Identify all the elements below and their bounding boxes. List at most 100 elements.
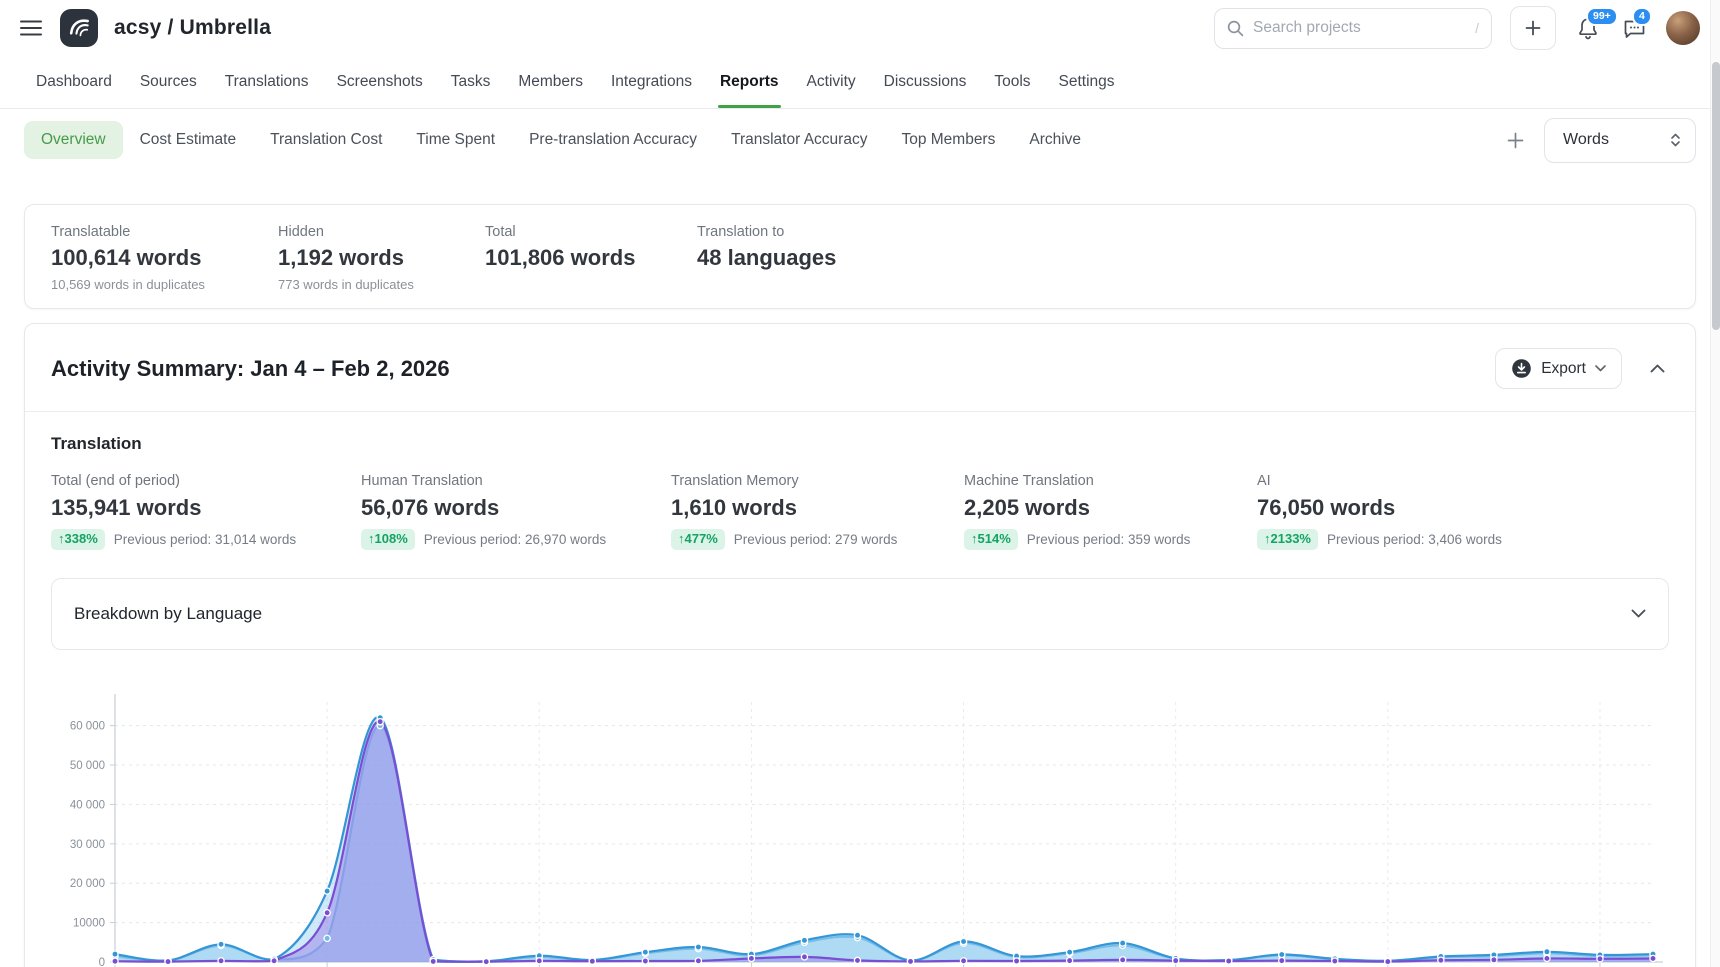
notifications-button[interactable]: 99+	[1574, 14, 1602, 42]
stat-value: 1,192 words	[278, 245, 485, 271]
activity-stat-translation-memory: Translation Memory 1,610 words ↑477% Previo…	[671, 473, 964, 550]
messages-badge: 4	[1632, 7, 1652, 26]
report-tab-time-spent[interactable]: Time Spent	[399, 121, 512, 159]
main-content: Translatable100,614 words10,569 words in…	[0, 204, 1720, 967]
stat-label: Total (end of period)	[51, 473, 361, 489]
caret-down-icon	[1595, 365, 1606, 372]
nav-item-integrations[interactable]: Integrations	[597, 57, 706, 107]
report-tab-translation-cost[interactable]: Translation Cost	[253, 121, 399, 159]
download-icon	[1511, 358, 1532, 379]
stat-label: Hidden	[278, 224, 485, 240]
stat-label: Translation Memory	[671, 473, 964, 489]
activity-chart[interactable]: 01000020 00030 00040 00050 00060 0004 Ja…	[51, 680, 1669, 967]
summary-stat-total: Total 101,806 words	[485, 224, 697, 292]
export-button[interactable]: Export	[1495, 348, 1622, 389]
svg-text:60 000: 60 000	[70, 721, 105, 733]
main-nav: DashboardSourcesTranslationsScreenshotsT…	[0, 56, 1720, 109]
top-bar: acsy / Umbrella / 99+ 4	[0, 0, 1720, 56]
search-shortcut-hint: /	[1475, 20, 1479, 36]
chevron-up-icon	[1650, 364, 1665, 373]
stat-note: 10,569 words in duplicates	[51, 277, 278, 292]
stat-label: Total	[485, 224, 697, 240]
nav-item-reports[interactable]: Reports	[706, 57, 793, 107]
app-logo[interactable]	[60, 9, 98, 47]
logo-wing-icon	[66, 15, 92, 41]
previous-period-text: Previous period: 31,014 words	[114, 532, 296, 547]
add-report-button[interactable]	[1507, 132, 1524, 149]
change-pill: ↑338%	[51, 529, 105, 550]
stat-value: 56,076 words	[361, 495, 671, 521]
activity-summary-card: Activity Summary: Jan 4 – Feb 2, 2026 Ex…	[24, 323, 1696, 967]
breakdown-by-language-panel[interactable]: Breakdown by Language	[51, 578, 1669, 650]
previous-period-text: Previous period: 26,970 words	[424, 532, 606, 547]
summary-stat-hidden: Hidden 1,192 words 773 words in duplicates	[278, 224, 485, 292]
menu-button[interactable]	[18, 15, 44, 41]
activity-stat-ai: AI76,050 words↑2133%Previous period: 3,4…	[1257, 473, 1502, 550]
stat-value: 100,614 words	[51, 245, 278, 271]
nav-item-tasks[interactable]: Tasks	[437, 57, 505, 107]
stat-value: 76,050 words	[1257, 495, 1502, 521]
stat-label: Machine Translation	[964, 473, 1257, 489]
activity-chart-svg: 01000020 00030 00040 00050 00060 0004 Ja…	[53, 680, 1671, 967]
avatar[interactable]	[1666, 11, 1700, 45]
report-tabs: OverviewCost EstimateTranslation CostTim…	[24, 121, 1098, 159]
previous-period-text: Previous period: 279 words	[734, 532, 898, 547]
page-scrollbar[interactable]	[1710, 0, 1720, 967]
activity-stat-total-end-of-period: Total (end of period) 135,941 words ↑338% P…	[51, 473, 361, 550]
unit-select[interactable]: Words	[1544, 118, 1696, 163]
nav-item-members[interactable]: Members	[504, 57, 597, 107]
select-caret-icon	[1670, 132, 1681, 148]
report-tab-translator-accuracy[interactable]: Translator Accuracy	[714, 121, 884, 159]
summary-stat-translatable: Translatable100,614 words10,569 words in…	[51, 224, 278, 292]
summary-stat-translation-to: Translation to48 languages	[697, 224, 836, 292]
report-tab-archive[interactable]: Archive	[1012, 121, 1098, 159]
section-title: Translation	[51, 434, 1669, 454]
plus-icon	[1525, 20, 1541, 36]
activity-stat-machine-translation: Machine Translation 2,205 words ↑514% Previ…	[964, 473, 1257, 550]
messages-button[interactable]: 4	[1620, 14, 1648, 42]
collapse-section-button[interactable]	[1646, 360, 1669, 377]
stat-value: 101,806 words	[485, 245, 697, 271]
report-tab-cost-estimate[interactable]: Cost Estimate	[123, 121, 253, 159]
svg-text:0: 0	[99, 957, 105, 967]
change-pill: ↑514%	[964, 529, 1018, 550]
nav-item-sources[interactable]: Sources	[126, 57, 211, 107]
svg-text:30 000: 30 000	[70, 839, 105, 851]
export-button-label: Export	[1541, 360, 1586, 378]
nav-item-dashboard[interactable]: Dashboard	[22, 57, 126, 107]
nav-item-discussions[interactable]: Discussions	[870, 57, 981, 107]
svg-text:50 000: 50 000	[70, 760, 105, 772]
stat-value: 135,941 words	[51, 495, 361, 521]
nav-item-screenshots[interactable]: Screenshots	[323, 57, 437, 107]
stat-label: Human Translation	[361, 473, 671, 489]
create-project-button[interactable]	[1510, 6, 1556, 50]
report-tab-pre-translation-accuracy[interactable]: Pre-translation Accuracy	[512, 121, 714, 159]
hamburger-icon	[20, 20, 42, 36]
report-tab-top-members[interactable]: Top Members	[884, 121, 1012, 159]
nav-item-settings[interactable]: Settings	[1045, 57, 1129, 107]
chevron-down-icon	[1631, 609, 1646, 618]
search-input[interactable]	[1253, 19, 1466, 37]
previous-period-text: Previous period: 3,406 words	[1327, 532, 1502, 547]
svg-text:20 000: 20 000	[70, 878, 105, 890]
activity-stat-human-translation: Human Translation 56,076 words ↑108% Previo…	[361, 473, 671, 550]
previous-period-text: Previous period: 359 words	[1027, 532, 1191, 547]
search-box[interactable]: /	[1214, 8, 1492, 49]
unit-select-value: Words	[1563, 131, 1609, 149]
stat-label: AI	[1257, 473, 1502, 489]
nav-item-translations[interactable]: Translations	[211, 57, 323, 107]
nav-item-tools[interactable]: Tools	[980, 57, 1044, 107]
svg-text:10000: 10000	[73, 918, 105, 930]
page-title: acsy / Umbrella	[114, 16, 271, 40]
stat-value: 2,205 words	[964, 495, 1257, 521]
nav-item-activity[interactable]: Activity	[793, 57, 870, 107]
report-tab-overview[interactable]: Overview	[24, 121, 123, 159]
stat-note: 773 words in duplicates	[278, 277, 485, 292]
change-pill: ↑108%	[361, 529, 415, 550]
change-pill: ↑477%	[671, 529, 725, 550]
stat-value: 1,610 words	[671, 495, 964, 521]
activity-summary-title: Activity Summary: Jan 4 – Feb 2, 2026	[51, 356, 450, 382]
stat-value: 48 languages	[697, 245, 836, 271]
scrollbar-thumb[interactable]	[1712, 62, 1720, 330]
report-tabs-bar: OverviewCost EstimateTranslation CostTim…	[0, 116, 1720, 164]
